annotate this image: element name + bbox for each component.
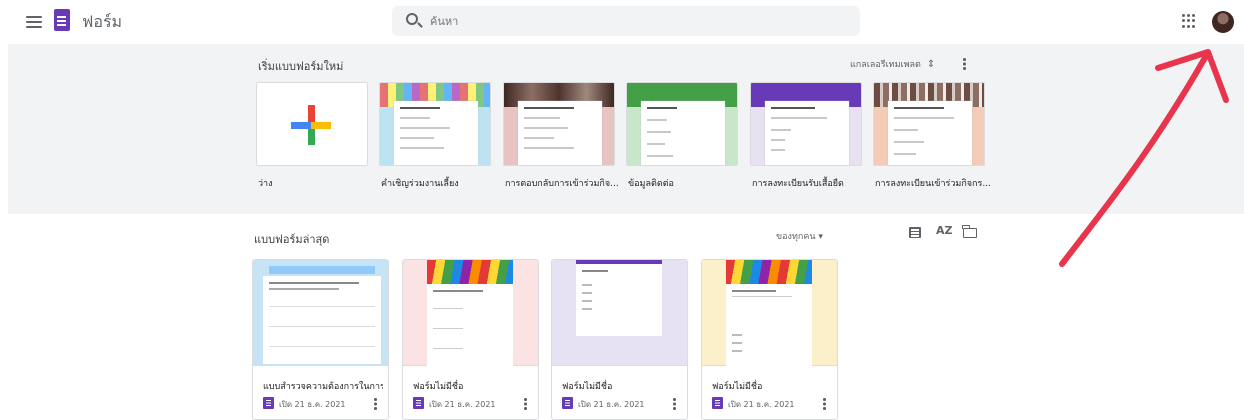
template-blank[interactable]: [256, 82, 368, 166]
templates-more-icon[interactable]: [962, 57, 966, 71]
unfold-icon: ⇕: [926, 58, 936, 70]
form-thumbnail: [253, 260, 388, 366]
forms-logo-icon[interactable]: [54, 9, 70, 31]
template-label: ข้อมูลติดต่อ: [628, 179, 674, 189]
recent-form-card[interactable]: ฟอร์มไม่มีชื่อ เปิด 21 ธ.ค. 2021: [551, 259, 688, 420]
forms-file-icon: [263, 397, 274, 409]
template-label: การตอบกลับการเข้าร่วมกิจ...: [505, 179, 619, 189]
template-rsvp[interactable]: [503, 82, 615, 166]
more-options-icon[interactable]: [523, 397, 527, 411]
search-bar[interactable]: [392, 6, 860, 36]
more-options-icon[interactable]: [373, 397, 377, 411]
last-opened-date: เปิด 21 ธ.ค. 2021: [429, 400, 496, 409]
template-gallery-button[interactable]: แกลเลอรีเทมเพลต ⇕: [850, 57, 935, 71]
annotation-arrow: [1059, 49, 1229, 267]
form-thumbnail: [403, 260, 538, 366]
sort-az-icon[interactable]: AZ: [936, 224, 953, 237]
template-gallery-label: แกลเลอรีเทมเพลต: [850, 60, 921, 70]
folder-picker-icon[interactable]: [962, 225, 977, 238]
template-label: คำเชิญร่วมงานเลี้ยง: [381, 179, 459, 189]
list-view-icon[interactable]: [909, 227, 921, 238]
form-title: ฟอร์มไม่มีชื่อ: [413, 382, 464, 392]
more-options-icon[interactable]: [822, 397, 826, 411]
recent-form-card[interactable]: ฟอร์มไม่มีชื่อ เปิด 21 ธ.ค. 2021: [402, 259, 539, 420]
search-icon[interactable]: [406, 13, 418, 25]
top-bar: ฟอร์ม: [0, 0, 1244, 44]
form-title: แบบสำรวจความต้องการในการ...: [263, 382, 383, 392]
template-event-registration[interactable]: [873, 82, 985, 166]
recent-forms-title: แบบฟอร์มล่าสุด: [254, 233, 330, 246]
last-opened-date: เปิด 21 ธ.ค. 2021: [728, 400, 795, 409]
form-thumbnail: [552, 260, 687, 366]
form-title: ฟอร์มไม่มีชื่อ: [562, 382, 613, 392]
form-thumbnail: [702, 260, 837, 366]
template-party-invite[interactable]: [379, 82, 491, 166]
template-label: ว่าง: [258, 179, 273, 189]
hamburger-menu-icon[interactable]: [24, 12, 44, 32]
template-label: การลงทะเบียนรับเสื้อยืด: [752, 179, 844, 189]
recent-form-card[interactable]: แบบสำรวจความต้องการในการ... เปิด 21 ธ.ค.…: [252, 259, 389, 420]
app-title[interactable]: ฟอร์ม: [82, 10, 122, 35]
template-contact-info[interactable]: [626, 82, 738, 166]
recent-form-card[interactable]: ฟอร์มไม่มีชื่อ เปิด 21 ธ.ค. 2021: [701, 259, 838, 420]
account-avatar[interactable]: [1212, 11, 1234, 33]
more-options-icon[interactable]: [672, 397, 676, 411]
template-label: การลงทะเบียนเข้าร่วมกิจกร...: [875, 179, 991, 189]
owner-filter-dropdown[interactable]: ของทุกคน ▾: [776, 229, 823, 243]
forms-file-icon: [413, 397, 424, 409]
last-opened-date: เปิด 21 ธ.ค. 2021: [578, 400, 645, 409]
form-title: ฟอร์มไม่มีชื่อ: [712, 382, 763, 392]
search-input[interactable]: [430, 12, 830, 30]
plus-icon: [291, 105, 331, 145]
forms-file-icon: [562, 397, 573, 409]
template-tshirt-signup[interactable]: [750, 82, 862, 166]
last-opened-date: เปิด 21 ธ.ค. 2021: [279, 400, 346, 409]
start-new-form-title: เริ่มแบบฟอร์มใหม่: [258, 60, 344, 73]
google-apps-grid-icon[interactable]: [1182, 14, 1196, 28]
forms-file-icon: [712, 397, 723, 409]
